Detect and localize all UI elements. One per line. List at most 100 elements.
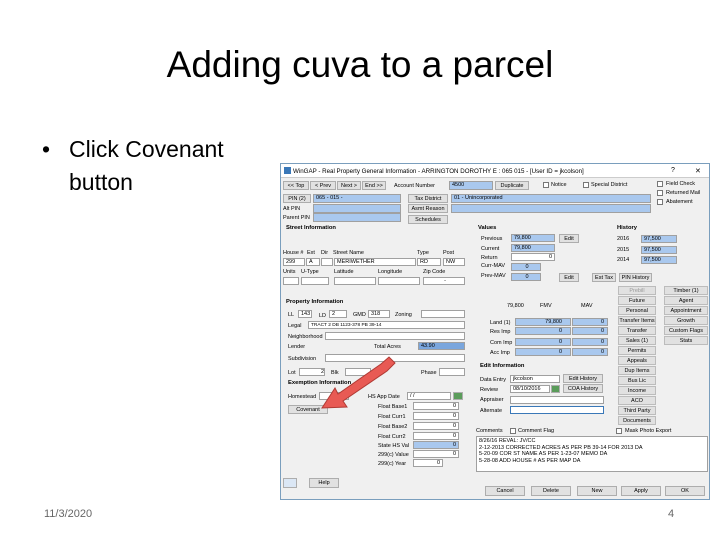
res-imp-mav-field[interactable]: 0 [572, 327, 608, 335]
299c-year-field[interactable]: 0 [413, 459, 443, 467]
calendar-icon[interactable] [453, 392, 463, 400]
appeals-button[interactable]: Appeals [618, 356, 656, 365]
299c-value-field[interactable]: 0 [413, 450, 459, 458]
mask-photo-checkbox[interactable] [616, 428, 622, 434]
parent-pin-field[interactable] [313, 213, 401, 222]
ok-button[interactable]: OK [665, 486, 705, 496]
documents-button[interactable]: Documents [618, 416, 656, 425]
personal-button[interactable]: Personal [618, 306, 656, 315]
covenant-button[interactable]: Covenant [288, 405, 328, 414]
transfer-button[interactable]: Transfer [618, 326, 656, 335]
timber-button[interactable]: Timber (1) [664, 286, 708, 295]
total-acres-field[interactable]: 43.90 [418, 342, 465, 350]
cancel-button[interactable]: Cancel [485, 486, 525, 496]
appraiser-select[interactable] [510, 396, 604, 404]
delete-button[interactable]: Delete [531, 486, 571, 496]
special-district-checkbox[interactable] [583, 182, 589, 188]
returned-mail-checkbox[interactable] [657, 190, 663, 196]
tax-district-select[interactable]: 01 - Unincorporated [451, 194, 651, 203]
com-imp-mav-field[interactable]: 0 [572, 338, 608, 346]
legal-field[interactable]: TRACT 2 DB 1123-378 PB 39-14 [308, 321, 465, 329]
land-mav-field[interactable]: 0 [572, 318, 608, 326]
previous-field[interactable]: 79,800 [511, 234, 555, 242]
top-button[interactable]: << Top [283, 181, 309, 190]
help-button[interactable]: Help [309, 478, 339, 488]
type-field[interactable]: RD [417, 258, 441, 266]
neighborhood-select[interactable] [325, 332, 465, 340]
ll-field[interactable]: 143 [298, 310, 312, 318]
current-field[interactable]: 79,800 [511, 244, 555, 252]
phase-field[interactable] [439, 368, 465, 376]
tax-district-button[interactable]: Tax District [408, 194, 448, 203]
permits-button[interactable]: Permits [618, 346, 656, 355]
review-date-field[interactable]: 08/10/2016 [510, 385, 550, 393]
review-calendar-icon[interactable] [551, 385, 560, 393]
aco-button[interactable]: ACO [618, 396, 656, 405]
ext-field[interactable]: A [306, 258, 320, 266]
account-number-field[interactable]: 4500 [449, 181, 493, 190]
house-number-field[interactable]: 299 [283, 258, 305, 266]
future-button[interactable]: Future [618, 296, 656, 305]
help-title-button[interactable]: ? [671, 167, 675, 174]
pin2-button[interactable]: PIN (2) [283, 194, 311, 203]
custom-flags-button[interactable]: Custom Flags [664, 326, 708, 335]
ld-field[interactable]: 2 [329, 310, 347, 318]
est-tax-button[interactable]: Est Tax [592, 273, 616, 282]
apply-button[interactable]: Apply [621, 486, 661, 496]
zoning-field[interactable] [421, 310, 465, 318]
income-button[interactable]: Income [618, 386, 656, 395]
res-imp-fmv-field[interactable]: 0 [515, 327, 571, 335]
lot-field[interactable]: 2 [299, 368, 325, 376]
prebill-button[interactable]: Prebill [618, 286, 656, 295]
asmt-reason-select[interactable] [451, 204, 651, 213]
abatement-checkbox[interactable] [657, 199, 663, 205]
street-name-field[interactable]: MERIWETHER [334, 258, 416, 266]
new-button[interactable]: New [577, 486, 617, 496]
gmd-field[interactable]: 318 [368, 310, 390, 318]
asmt-reason-button[interactable]: Asmt Reason [408, 204, 448, 213]
post-field[interactable]: NW [443, 258, 465, 266]
stats-button[interactable]: Stats [664, 336, 708, 345]
end-button[interactable]: End >> [362, 181, 386, 190]
float-base1-field[interactable]: 0 [413, 402, 459, 410]
dup-items-button[interactable]: Dup Items [618, 366, 656, 375]
dir-field[interactable] [321, 258, 333, 266]
zip-field[interactable]: - [423, 277, 465, 285]
prev-mav-field[interactable]: 0 [511, 273, 541, 281]
bus-lic-button[interactable]: Bus Lic [618, 376, 656, 385]
transfer-items-button[interactable]: Transfer Items [618, 316, 656, 325]
pin-history-button[interactable]: PIN History [619, 273, 652, 282]
map-icon[interactable] [283, 478, 297, 488]
values-edit-button[interactable]: Edit [559, 234, 579, 243]
mav-edit-button[interactable]: Edit [559, 273, 579, 282]
alt-pin-field[interactable] [313, 204, 401, 213]
prev-button[interactable]: < Prev [310, 181, 336, 190]
subdivision-select[interactable] [325, 354, 465, 362]
third-party-button[interactable]: Third Party [618, 406, 656, 415]
field-check-checkbox[interactable] [657, 181, 663, 187]
curr-mav-field[interactable]: 0 [511, 263, 541, 271]
acc-imp-mav-field[interactable]: 0 [572, 348, 608, 356]
comments-textarea[interactable]: 8/26/16 REVAL: JV/CC 2-12-2013 CORRECTED… [476, 436, 708, 472]
data-entry-field[interactable]: jkcolson [510, 375, 560, 383]
utype-field[interactable] [301, 277, 329, 285]
notice-checkbox[interactable] [543, 182, 549, 188]
acc-imp-fmv-field[interactable]: 0 [515, 348, 571, 356]
growth-button[interactable]: Growth [664, 316, 708, 325]
float-curr2-field[interactable]: 0 [413, 432, 459, 440]
alternate-select[interactable] [510, 406, 604, 414]
land-fmv-field[interactable]: 79,800 [515, 318, 571, 326]
latitude-field[interactable] [334, 277, 376, 285]
float-base2-field[interactable]: 0 [413, 422, 459, 430]
state-hs-val-field[interactable]: 0 [413, 441, 459, 449]
com-imp-fmv-field[interactable]: 0 [515, 338, 571, 346]
float-curr1-field[interactable]: 0 [413, 412, 459, 420]
duplicate-button[interactable]: Duplicate [495, 181, 529, 190]
blk-field[interactable] [345, 368, 371, 376]
sales-button[interactable]: Sales (1) [618, 336, 656, 345]
pin-field[interactable]: 065 - 015 - [313, 194, 401, 203]
edit-history-button[interactable]: Edit History [563, 374, 603, 383]
homestead-field[interactable] [319, 392, 349, 400]
close-icon[interactable]: ✕ [695, 167, 701, 175]
comment-flag-checkbox[interactable] [510, 428, 516, 434]
